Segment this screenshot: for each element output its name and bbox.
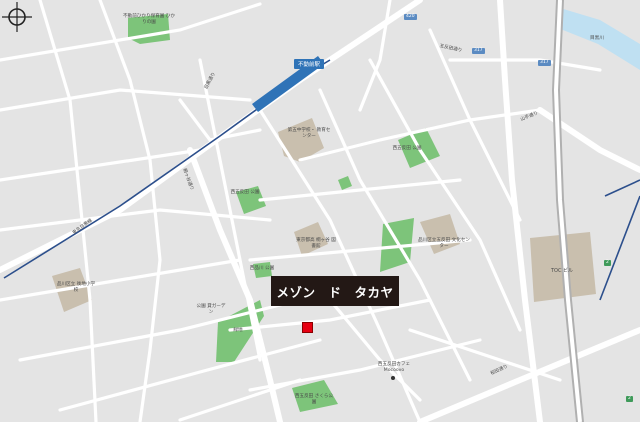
label-cafe: 西五反田カフェ Mocoovo (377, 362, 411, 373)
property-callout: メゾン ド タカヤ (271, 276, 399, 306)
label-school-sw: 品川区立 後地小学校 (56, 282, 96, 293)
route-badge-2: 317 (472, 48, 485, 54)
route-badge-1: 420 (404, 14, 417, 20)
road-main-diag (0, 0, 423, 273)
label-nishi-park: 西五反田 公園 (230, 190, 260, 195)
rail-sub (604, 179, 640, 197)
station-label: 不動前駅 (294, 59, 325, 69)
label-garden: 公園 貸ガーデン (196, 304, 226, 315)
route-badge-5: 2 (626, 396, 633, 402)
route-badge-4: 2 (604, 260, 611, 266)
route-badge-3: 317 (538, 60, 551, 66)
label-small-park: 西品川 公園 (249, 266, 275, 271)
compass-icon (2, 2, 32, 32)
cafe-dot-icon (391, 376, 395, 380)
road-yamate (497, 0, 543, 422)
park-tiny (338, 176, 352, 190)
label-school: 第五中学校・ 教育センター (287, 128, 331, 139)
property-location-marker[interactable] (302, 322, 313, 333)
area-map[interactable]: 不動前駅 不動前ひかり保育園 ひかりの園 第五中学校・ 教育センター 西五反田 … (0, 0, 640, 422)
label-library: 東京都高 桐ヶ谷 図書館 (296, 238, 336, 249)
label-river: 目黒川 (590, 36, 604, 41)
label-green: 緑地 (233, 328, 243, 333)
label-park-south: 西五反田 さくら公園 (294, 394, 334, 405)
label-park-top: 不動前ひかり保育園 ひかりの園 (123, 14, 175, 25)
label-toc: TOC ビル (550, 268, 574, 274)
label-culture: 品川区立五反田 文化センター (418, 238, 470, 249)
label-park-east: 西五反田 公園 (392, 146, 422, 151)
rail-right (599, 195, 640, 301)
